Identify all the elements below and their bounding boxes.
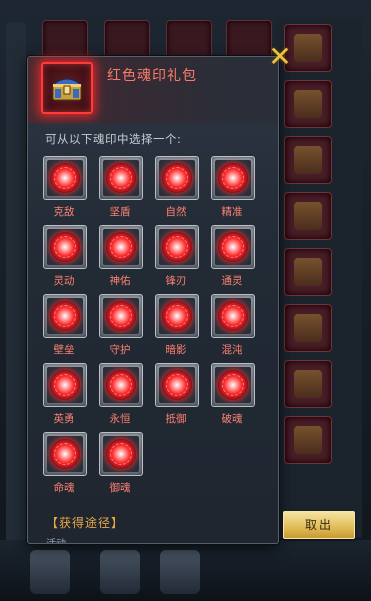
red-soul-seal-orb-icon <box>162 232 192 262</box>
red-soul-seal-orb-icon <box>50 232 80 262</box>
soul-seal-option[interactable]: 混沌 <box>211 294 259 357</box>
soul-seal-name: 抵御 <box>165 413 187 425</box>
soul-seal-name: 命魂 <box>53 482 75 494</box>
soul-seal-slot[interactable] <box>43 294 87 338</box>
bottom-item[interactable] <box>30 550 70 594</box>
soul-seal-option[interactable]: 通灵 <box>211 225 259 288</box>
soul-seal-name: 坚盾 <box>109 206 131 218</box>
red-soul-seal-orb-icon <box>218 370 248 400</box>
inventory-slot[interactable] <box>284 304 332 352</box>
soul-seal-name: 暗影 <box>165 344 187 356</box>
bottom-item[interactable] <box>160 550 200 594</box>
soul-seal-slot[interactable] <box>211 156 255 200</box>
source-label: 【获得途径】 <box>46 516 125 530</box>
soul-seal-name: 混沌 <box>221 344 243 356</box>
red-soul-seal-orb-icon <box>50 301 80 331</box>
soul-seal-name: 锋刃 <box>165 275 187 287</box>
red-soul-seal-orb-icon <box>218 232 248 262</box>
soul-seal-option[interactable]: 神佑 <box>99 225 147 288</box>
soul-seal-option[interactable]: 克敌 <box>43 156 91 219</box>
soul-seal-slot[interactable] <box>155 156 199 200</box>
soul-seal-slot[interactable] <box>211 294 255 338</box>
treasure-chest-icon <box>41 62 93 114</box>
source-text: 活动 <box>46 535 66 543</box>
red-soul-seal-orb-icon <box>106 232 136 262</box>
red-soul-seal-orb-icon <box>218 301 248 331</box>
red-soul-seal-orb-icon <box>162 370 192 400</box>
soul-seal-slot[interactable] <box>43 225 87 269</box>
gift-pack-dialog: 红色魂印礼包 ✕ 可从以下魂印中选择一个: 克敌 坚盾 自然 精准灵动 神佑 锋刃 通灵壁垒… <box>27 43 292 544</box>
soul-seal-slot[interactable] <box>99 225 143 269</box>
soul-seal-name: 破魂 <box>221 413 243 425</box>
soul-seal-option[interactable]: 永恒 <box>99 363 147 426</box>
soul-seal-option[interactable]: 自然 <box>155 156 203 219</box>
soul-seal-name: 精准 <box>221 206 243 218</box>
soul-seal-option[interactable]: 精准 <box>211 156 259 219</box>
red-soul-seal-orb-icon <box>218 163 248 193</box>
soul-seal-option[interactable]: 守护 <box>99 294 147 357</box>
soul-seal-option[interactable]: 抵御 <box>155 363 203 426</box>
choose-instruction: 可从以下魂印中选择一个: <box>45 132 182 146</box>
soul-seal-name: 自然 <box>165 206 187 218</box>
bottom-item[interactable] <box>100 550 140 594</box>
soul-seal-slot[interactable] <box>155 294 199 338</box>
soul-seal-name: 守护 <box>109 344 131 356</box>
inventory-slot[interactable] <box>284 136 332 184</box>
close-icon[interactable]: ✕ <box>267 43 293 71</box>
soul-seal-slot[interactable] <box>99 432 143 476</box>
soul-seal-slot[interactable] <box>99 363 143 407</box>
soul-seal-slot[interactable] <box>211 225 255 269</box>
soul-seal-slot[interactable] <box>99 294 143 338</box>
soul-seal-option[interactable]: 灵动 <box>43 225 91 288</box>
soul-seal-name: 通灵 <box>221 275 243 287</box>
take-out-button[interactable]: 取出 <box>283 511 355 539</box>
soul-seal-name: 永恒 <box>109 413 131 425</box>
inventory-slot[interactable] <box>284 416 332 464</box>
red-soul-seal-orb-icon <box>106 163 136 193</box>
red-soul-seal-orb-icon <box>50 163 80 193</box>
soul-seal-name: 英勇 <box>53 413 75 425</box>
soul-seal-name: 壁垒 <box>53 344 75 356</box>
soul-seal-option[interactable]: 暗影 <box>155 294 203 357</box>
dialog-title: 红色魂印礼包 <box>107 68 197 84</box>
inventory-slot[interactable] <box>284 360 332 408</box>
soul-seal-slot[interactable] <box>155 363 199 407</box>
red-soul-seal-orb-icon <box>162 163 192 193</box>
soul-seal-slot[interactable] <box>43 363 87 407</box>
soul-seal-slot[interactable] <box>43 156 87 200</box>
soul-seal-option[interactable]: 坚盾 <box>99 156 147 219</box>
soul-seal-name: 灵动 <box>53 275 75 287</box>
red-soul-seal-orb-icon <box>162 301 192 331</box>
red-soul-seal-orb-icon <box>106 439 136 469</box>
red-soul-seal-orb-icon <box>106 370 136 400</box>
soul-seal-option[interactable]: 命魂 <box>43 432 91 495</box>
soul-seal-slot[interactable] <box>211 363 255 407</box>
soul-seal-name: 神佑 <box>109 275 131 287</box>
red-soul-seal-orb-icon <box>50 370 80 400</box>
inventory-slot[interactable] <box>284 80 332 128</box>
soul-seal-option[interactable]: 锋刃 <box>155 225 203 288</box>
soul-seal-option[interactable]: 破魂 <box>211 363 259 426</box>
soul-seal-slot[interactable] <box>43 432 87 476</box>
inventory-slot[interactable] <box>284 248 332 296</box>
red-soul-seal-orb-icon <box>106 301 136 331</box>
dialog-header: 红色魂印礼包 <box>28 57 278 123</box>
soul-seal-option[interactable]: 御魂 <box>99 432 147 495</box>
left-scroll-strip <box>6 22 26 542</box>
soul-seal-slot[interactable] <box>155 225 199 269</box>
soul-seal-name: 御魂 <box>109 482 131 494</box>
soul-seal-option[interactable]: 英勇 <box>43 363 91 426</box>
soul-seal-option[interactable]: 壁垒 <box>43 294 91 357</box>
soul-seal-slot[interactable] <box>99 156 143 200</box>
soul-seal-name: 克敌 <box>53 206 75 218</box>
inventory-slot[interactable] <box>284 192 332 240</box>
red-soul-seal-orb-icon <box>50 439 80 469</box>
